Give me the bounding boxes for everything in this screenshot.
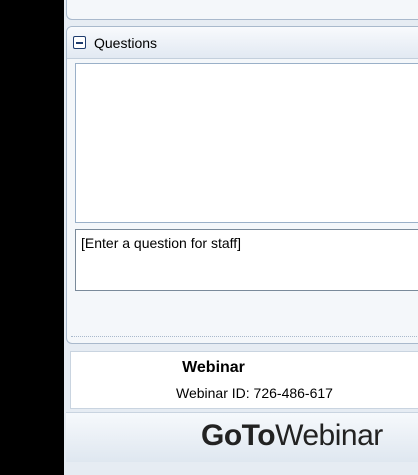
webinar-id: Webinar ID: 726-486-617 xyxy=(176,385,333,401)
previous-section-bottom xyxy=(66,0,418,20)
questions-log[interactable] xyxy=(75,63,418,223)
questions-pane: Questions [Enter a question for staff] xyxy=(66,26,418,344)
resize-divider[interactable] xyxy=(71,336,418,337)
question-input-placeholder: [Enter a question for staff] xyxy=(81,235,242,251)
collapse-icon[interactable] xyxy=(73,36,86,49)
gotowebinar-logo: GoToWebinar xyxy=(201,419,383,453)
logo-bold-part: GoTo xyxy=(201,419,276,452)
questions-title: Questions xyxy=(94,35,158,51)
questions-header[interactable]: Questions xyxy=(67,27,418,59)
minus-icon xyxy=(76,41,83,44)
webinar-name: Webinar xyxy=(182,359,245,376)
window-frame-edge xyxy=(0,0,64,475)
logo-light-part: Webinar xyxy=(275,419,383,452)
brand-bar: GoToWebinar xyxy=(66,412,418,462)
webinar-info: Webinar Webinar ID: 726-486-617 xyxy=(70,351,418,409)
question-input[interactable]: [Enter a question for staff] xyxy=(75,229,418,291)
